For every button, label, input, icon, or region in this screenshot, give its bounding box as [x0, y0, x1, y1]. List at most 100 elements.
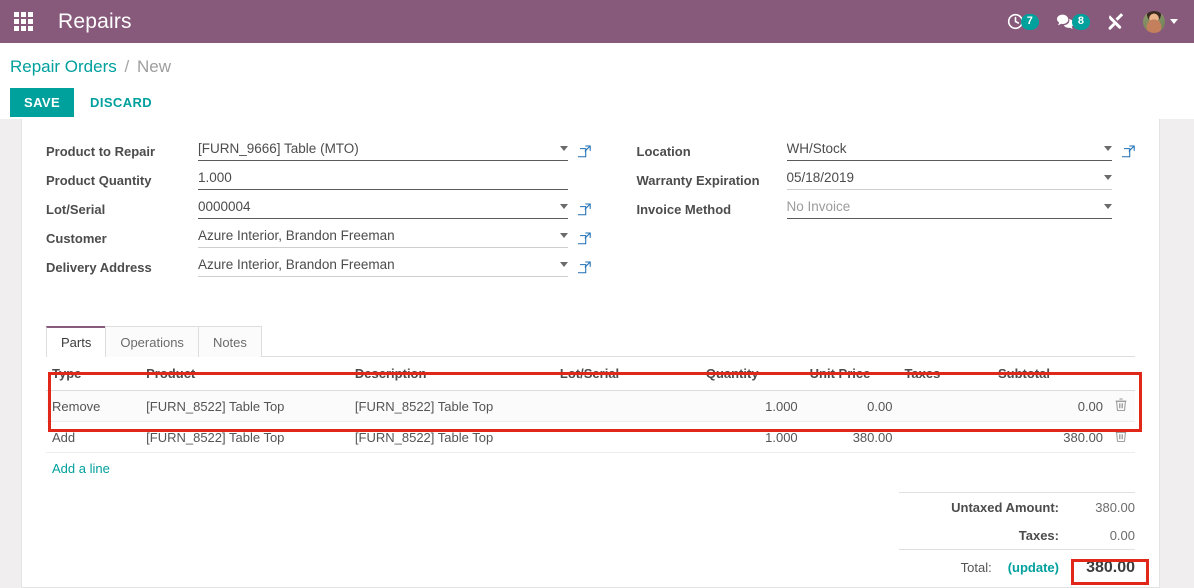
delete-line-button[interactable] [1109, 421, 1135, 453]
crossed-tools-icon [1108, 13, 1124, 30]
field-value-wrapper: WH/Stock [786, 141, 1136, 161]
form-sheet: Product to Repair [FURN_9666] Table (MTO)… [21, 119, 1160, 588]
column-header-actions [1109, 357, 1135, 391]
open-record-icon[interactable] [1122, 144, 1135, 158]
notebook: Parts Operations Notes [46, 326, 1135, 357]
open-record-button[interactable] [568, 144, 591, 158]
breadcrumb-separator: / [124, 57, 130, 76]
dropdown-caret-icon[interactable] [559, 262, 568, 267]
cell-unit-price[interactable]: 0.00 [803, 390, 899, 422]
open-record-button[interactable] [568, 202, 591, 216]
field-input[interactable]: [FURN_9666] Table (MTO) [198, 141, 568, 161]
taxes-row: Taxes: 0.00 [899, 521, 1135, 549]
cell-quantity[interactable]: 1.000 [699, 390, 804, 422]
activity-count-badge: 7 [1020, 13, 1039, 30]
parts-lines-table: Type Product Description Lot/Serial Quantity… [46, 357, 1135, 453]
dropdown-caret-icon[interactable] [559, 146, 568, 151]
cell-unit-price[interactable]: 380.00 [803, 421, 899, 453]
table-row[interactable]: Remove [FURN_8522] Table Top [FURN_8522] T… [46, 390, 1135, 422]
field-value: [FURN_9666] Table (MTO) [198, 141, 359, 156]
dropdown-caret-icon[interactable] [559, 204, 568, 209]
cell-description[interactable]: [FURN_8522] Table Top [348, 421, 554, 453]
trash-icon[interactable] [1115, 429, 1127, 442]
field-value-wrapper: 1.000 [198, 170, 591, 190]
taxes-label: Taxes: [1018, 528, 1059, 543]
total-row: Total: (update) 380.00 [899, 549, 1135, 587]
untaxed-amount-label: Untaxed Amount: [951, 500, 1059, 515]
apps-menu-button[interactable] [0, 0, 46, 43]
field-input[interactable]: 0000004 [198, 199, 568, 219]
apps-grid-icon [13, 12, 33, 31]
activity-menu-button[interactable]: 7 [1007, 13, 1039, 30]
open-record-icon[interactable] [577, 260, 591, 274]
cell-lot-serial[interactable] [553, 390, 700, 422]
control-panel: Repair Orders / New SAVE DISCARD [0, 43, 1194, 119]
field-input[interactable]: No Invoice [786, 199, 1112, 219]
field-label: Product Quantity [46, 173, 152, 188]
tab-notes[interactable]: Notes [197, 326, 262, 357]
cell-type[interactable]: Add [46, 421, 141, 453]
field-value: 1.000 [198, 170, 232, 185]
open-record-icon[interactable] [577, 231, 591, 245]
dropdown-caret-icon[interactable] [1104, 204, 1112, 209]
field-value-wrapper: Azure Interior, Brandon Freeman [198, 228, 591, 248]
table-row[interactable]: Add [FURN_8522] Table Top [FURN_8522] Tabl… [46, 421, 1135, 453]
field-input[interactable]: Azure Interior, Brandon Freeman [198, 228, 568, 248]
field-input[interactable]: 05/18/2019 [786, 170, 1112, 190]
column-header-product: Product [140, 357, 349, 391]
cell-subtotal[interactable]: 380.00 [991, 421, 1110, 453]
field-label: Location [636, 144, 691, 159]
field-row-product-quantity: Product Quantity 1.000 [46, 170, 591, 190]
cell-product[interactable]: [FURN_8522] Table Top [140, 390, 349, 422]
top-navbar: Repairs 7 8 [0, 0, 1194, 43]
field-input[interactable]: WH/Stock [786, 141, 1112, 161]
column-header-taxes: Taxes [898, 357, 992, 391]
dropdown-caret-icon[interactable] [1104, 175, 1112, 180]
field-value-wrapper: No Invoice [786, 199, 1136, 219]
cell-description[interactable]: [FURN_8522] Table Top [348, 390, 554, 422]
cell-taxes[interactable] [898, 390, 992, 422]
cell-quantity[interactable]: 1.000 [699, 421, 804, 453]
cell-subtotal[interactable]: 0.00 [991, 390, 1110, 422]
field-value: WH/Stock [786, 141, 847, 156]
save-button[interactable]: SAVE [10, 88, 75, 117]
open-record-button[interactable] [568, 231, 591, 245]
cell-type[interactable]: Remove [46, 390, 141, 422]
tab-parts[interactable]: Parts [46, 326, 107, 357]
column-header-unit-price: Unit Price [803, 357, 899, 391]
cell-product[interactable]: [FURN_8522] Table Top [140, 421, 349, 453]
breadcrumb-repair-orders[interactable]: Repair Orders [10, 57, 117, 76]
discard-button[interactable]: DISCARD [88, 88, 154, 117]
tools-menu-button[interactable] [1107, 12, 1126, 31]
app-title: Repairs [58, 9, 132, 33]
user-menu-button[interactable] [1143, 10, 1178, 33]
dropdown-caret-icon[interactable] [559, 233, 568, 238]
field-value-wrapper: Azure Interior, Brandon Freeman [198, 257, 591, 277]
column-header-type: Type [46, 357, 141, 391]
open-record-icon[interactable] [577, 202, 591, 216]
field-value: Azure Interior, Brandon Freeman [198, 257, 395, 272]
form-fields: Product to Repair [FURN_9666] Table (MTO)… [46, 141, 1135, 286]
navbar-right-actions: 7 8 [1007, 10, 1184, 33]
messages-menu-button[interactable]: 8 [1056, 13, 1090, 30]
open-record-icon[interactable] [577, 144, 591, 158]
trash-icon[interactable] [1115, 398, 1127, 411]
update-total-link[interactable]: (update) [1008, 560, 1059, 575]
open-record-button[interactable] [1112, 144, 1135, 158]
delete-line-button[interactable] [1109, 390, 1135, 422]
dropdown-caret-icon[interactable] [1104, 146, 1112, 151]
cell-taxes[interactable] [898, 421, 992, 453]
field-row-customer: Customer Azure Interior, Brandon Freeman [46, 228, 591, 248]
table-header-row: Type Product Description Lot/Serial Quantity… [46, 357, 1135, 391]
column-header-subtotal: Subtotal [991, 357, 1110, 391]
field-value: Azure Interior, Brandon Freeman [198, 228, 395, 243]
tab-operations[interactable]: Operations [105, 326, 199, 357]
field-input[interactable]: 1.000 [198, 170, 568, 190]
open-record-button[interactable] [568, 260, 591, 274]
field-value-wrapper: 0000004 [198, 199, 591, 219]
table-body: Remove [FURN_8522] Table Top [FURN_8522] T… [46, 390, 1135, 453]
field-input[interactable]: Azure Interior, Brandon Freeman [198, 257, 568, 277]
cell-lot-serial[interactable] [553, 421, 700, 453]
add-a-line-link[interactable]: Add a line [46, 453, 116, 476]
field-value: 0000004 [198, 199, 251, 214]
